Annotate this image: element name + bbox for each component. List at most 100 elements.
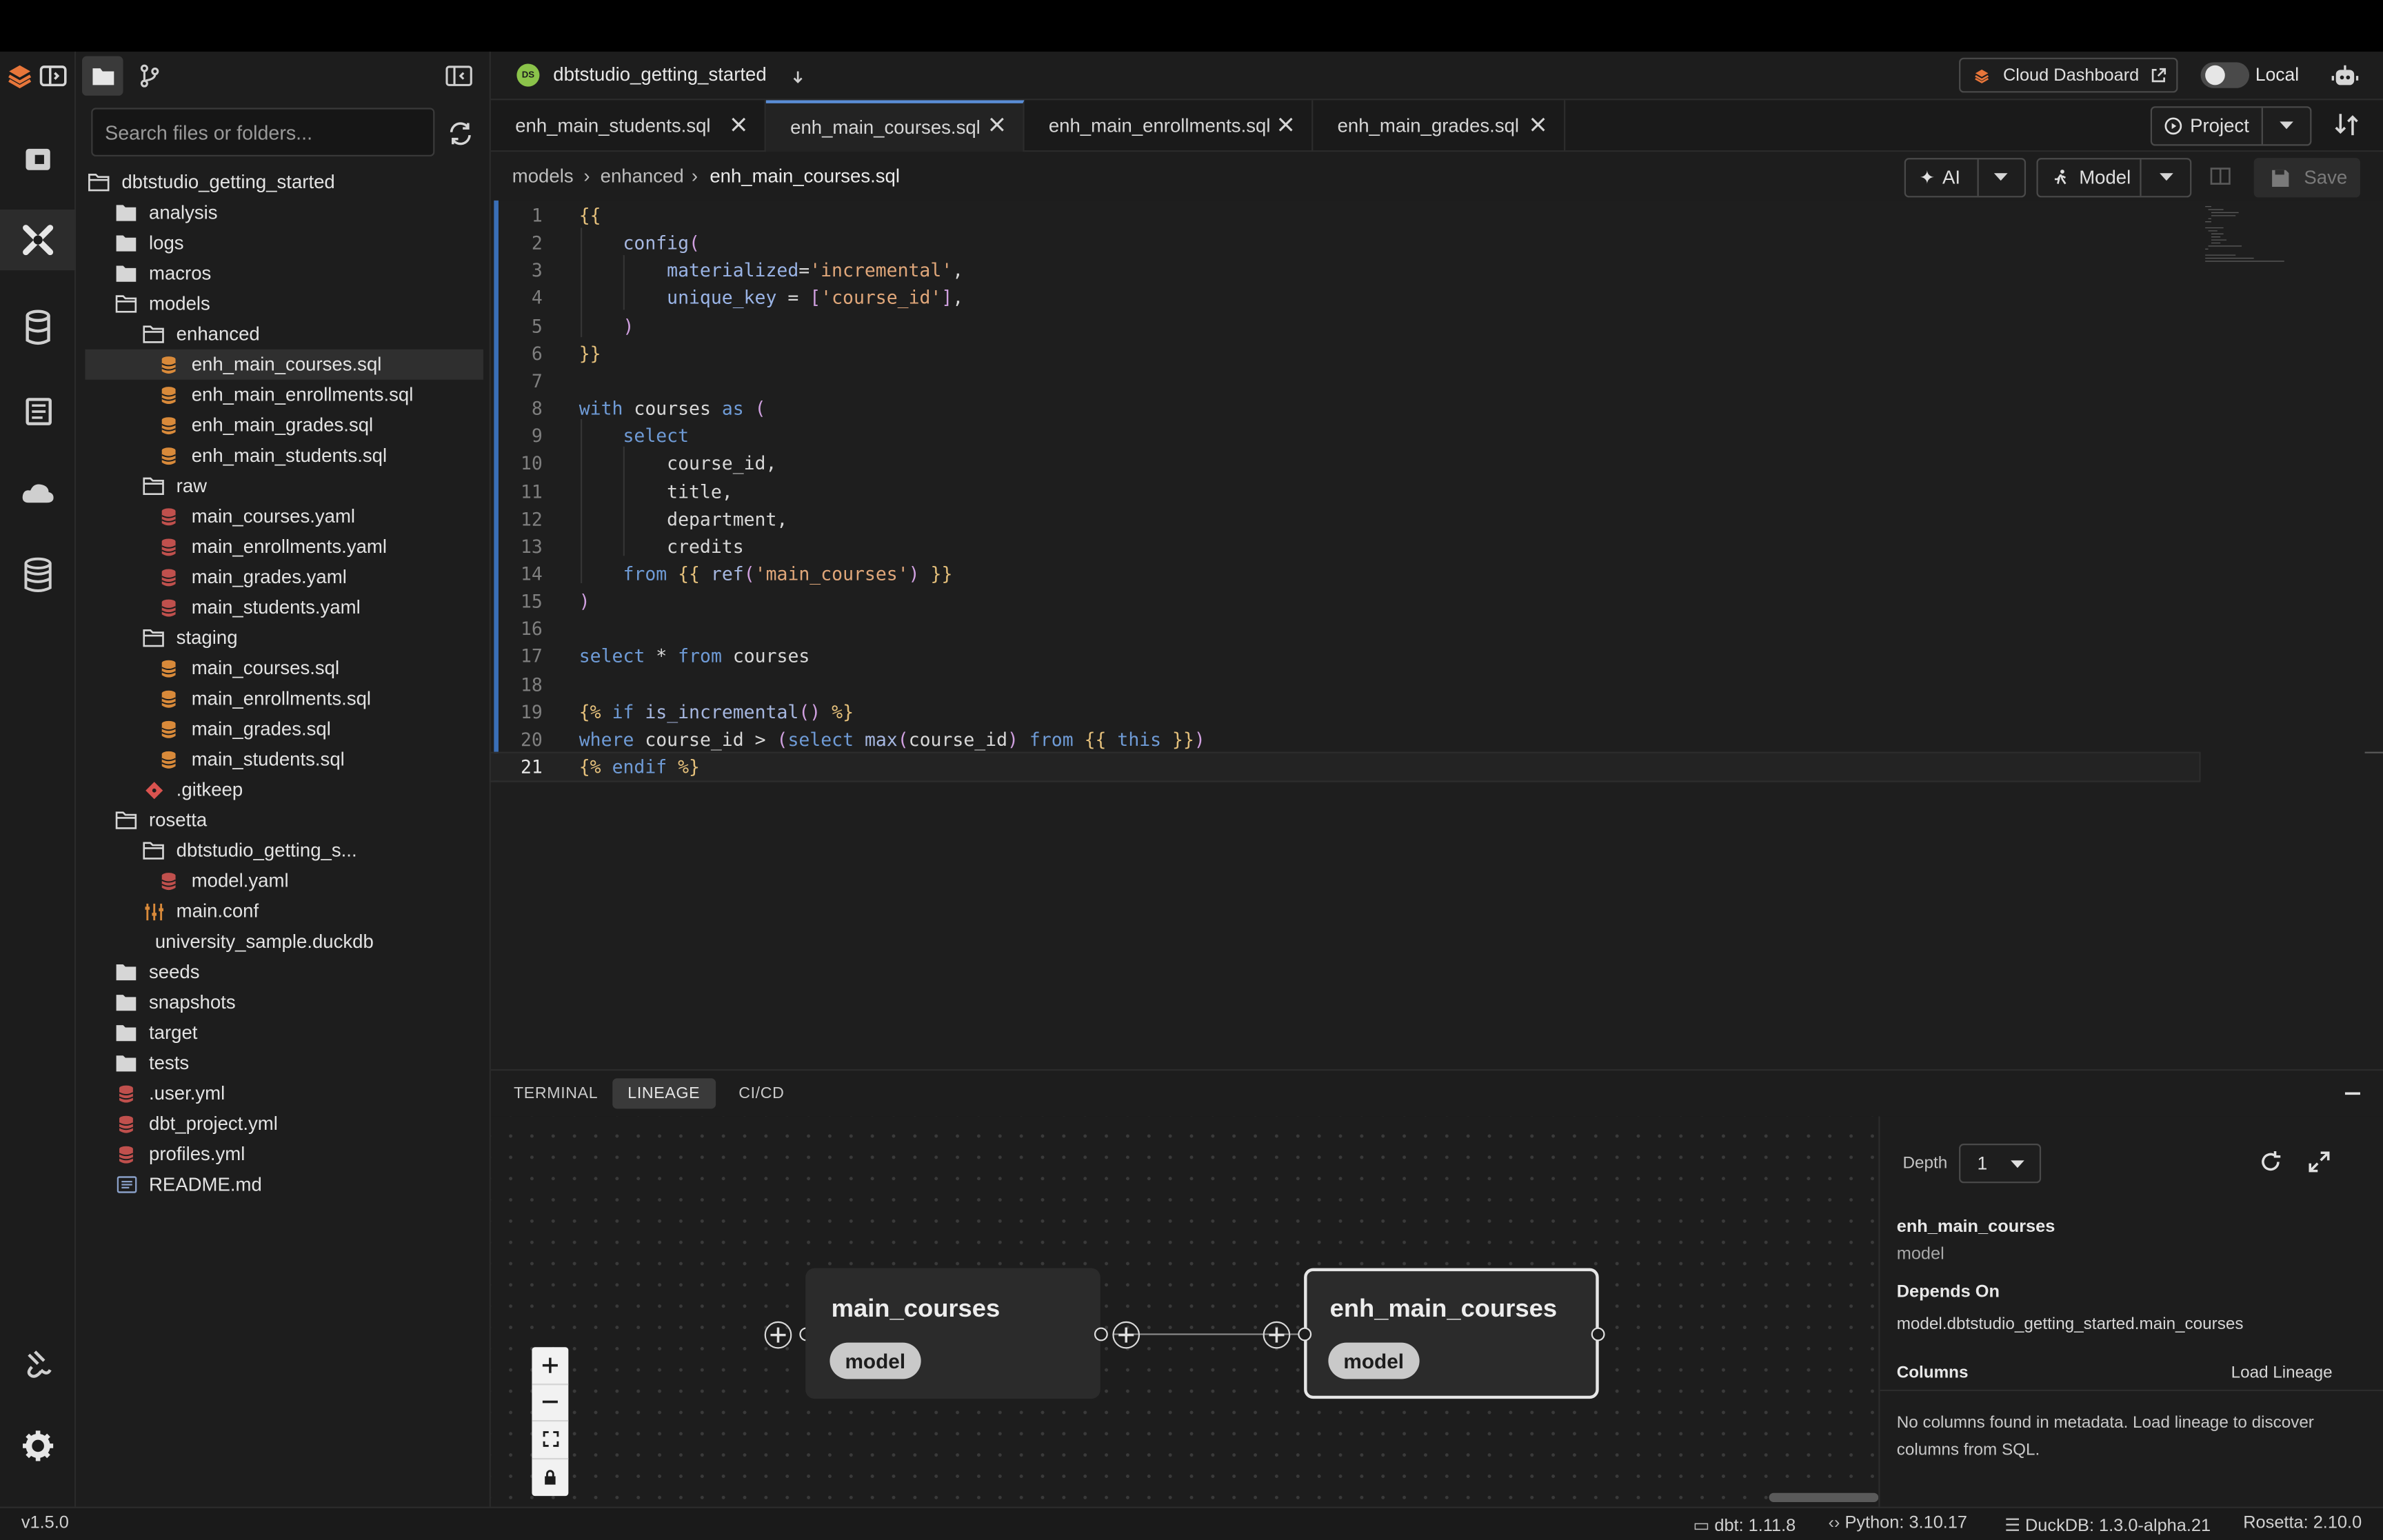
activity-connections[interactable] (0, 1333, 76, 1394)
minimize-icon[interactable] (2342, 1082, 2364, 1103)
activity-settings[interactable] (0, 1415, 76, 1476)
robot-assistant-icon[interactable] (2330, 61, 2360, 91)
tree-item[interactable]: enh_main_enrollments.sql (76, 380, 491, 410)
load-lineage-link[interactable]: Load Lineage (2231, 1364, 2333, 1381)
breadcrumb-enhanced[interactable]: enhanced (601, 165, 684, 187)
activity-database[interactable] (0, 298, 76, 358)
duckdb-version-status[interactable]: ☰ DuckDB: 1.3.0-alpha.21 (2004, 1514, 2211, 1535)
tree-item[interactable]: tests (76, 1048, 491, 1078)
dbt-version-status[interactable]: ▭ dbt: 1.11.8 (1693, 1514, 1796, 1535)
tree-item[interactable]: snapshots (76, 987, 491, 1017)
reload-icon[interactable] (2258, 1150, 2282, 1174)
dbt-logo-icon (23, 225, 54, 256)
lock-icon[interactable] (532, 1459, 568, 1496)
tree-item[interactable]: main_courses.sql (76, 653, 491, 683)
tree-item[interactable]: rosetta (76, 805, 491, 835)
activity-dbt[interactable] (0, 210, 77, 271)
save-button[interactable]: Save (2253, 158, 2360, 198)
breadcrumb-models[interactable]: models (512, 165, 574, 187)
tree-item[interactable]: dbtstudio_getting_s... (76, 835, 491, 866)
search-input[interactable] (91, 108, 435, 156)
tree-item[interactable]: main_grades.sql (76, 714, 491, 744)
lineage-node-enh-main-courses[interactable]: enh_main_courses model (1304, 1268, 1599, 1399)
lineage-node-main-courses[interactable]: main_courses model (805, 1268, 1100, 1399)
expand-downstream-icon[interactable] (1112, 1321, 1140, 1349)
tab-enh-main-courses-sql[interactable]: enh_main_courses.sql (765, 100, 1025, 152)
project-name[interactable]: dbtstudio_getting_started (553, 64, 766, 85)
tree-item[interactable]: README.md (76, 1169, 491, 1199)
chevron-down-icon[interactable] (2160, 173, 2173, 182)
project-run-button[interactable]: Project (2150, 106, 2312, 146)
tree-item[interactable]: enh_main_courses.sql (85, 349, 483, 380)
git-branch-icon[interactable] (134, 61, 164, 91)
panel-tab-terminal[interactable]: TERMINAL (499, 1078, 613, 1108)
activity-explorer-alt[interactable] (0, 130, 76, 191)
activity-docs[interactable] (0, 381, 76, 442)
fit-view-icon[interactable] (532, 1421, 569, 1459)
tree-item[interactable]: logs (76, 227, 491, 258)
tree-item[interactable]: raw (76, 471, 491, 501)
code-editor[interactable]: 1{{2 config(3 materialized='incremental'… (489, 200, 2383, 1070)
tree-item[interactable]: target (76, 1017, 491, 1048)
sparkle-icon: ✦ (1919, 167, 1935, 189)
project-dropdown-icon[interactable] (790, 67, 805, 85)
node-output-handle[interactable] (1591, 1327, 1605, 1341)
tree-item[interactable]: main.conf (76, 896, 491, 926)
lineage-canvas[interactable]: main_courses model enh_main_courses mode… (490, 1116, 1879, 1508)
zoom-in-icon[interactable] (532, 1347, 569, 1385)
tree-item[interactable]: models (76, 289, 491, 319)
chevron-down-icon[interactable] (2280, 121, 2293, 130)
tab-enh-main-enrollments-sql[interactable]: enh_main_enrollments.sql (1025, 100, 1314, 152)
tree-item[interactable]: main_courses.yaml (76, 501, 491, 531)
chevron-down-icon[interactable] (1993, 173, 2008, 182)
tree-item[interactable]: .gitkeep (76, 775, 491, 805)
tab-enh-main-students-sql[interactable]: enh_main_students.sql (491, 100, 766, 152)
expand-icon[interactable] (2307, 1150, 2331, 1174)
tree-item[interactable]: main_enrollments.yaml (76, 531, 491, 562)
close-icon[interactable] (728, 114, 750, 135)
node-input-handle[interactable] (1298, 1327, 1312, 1341)
tree-item[interactable]: university_sample.duckdb (76, 926, 491, 957)
close-icon[interactable] (1527, 114, 1549, 135)
model-run-button[interactable]: Model (2036, 158, 2192, 198)
collapse-panel-icon[interactable] (444, 61, 474, 91)
tree-item[interactable]: model.yaml (76, 866, 491, 896)
tree-item[interactable]: main_students.yaml (76, 592, 491, 622)
zoom-out-icon[interactable] (532, 1384, 569, 1422)
node-output-handle[interactable] (1094, 1327, 1108, 1341)
tree-item[interactable]: macros (76, 259, 491, 289)
tree-item[interactable]: analysis (76, 197, 491, 227)
expand-upstream-icon[interactable] (764, 1321, 792, 1349)
activity-data[interactable] (0, 545, 76, 606)
tree-item[interactable]: profiles.yml (76, 1139, 491, 1169)
activity-cloud[interactable] (0, 463, 76, 524)
tree-item[interactable]: enhanced (76, 319, 491, 349)
tree-item[interactable]: main_students.sql (76, 744, 491, 775)
tree-item[interactable]: .user.yml (76, 1078, 491, 1108)
explorer-files-tab[interactable] (82, 56, 123, 96)
depth-select[interactable]: 1 (1959, 1144, 2042, 1184)
expand-upstream-icon[interactable] (1263, 1321, 1291, 1349)
cloud-dashboard-button[interactable]: Cloud Dashboard (1959, 57, 2178, 93)
panel-tab-cicd[interactable]: CI/CD (723, 1078, 799, 1108)
close-icon[interactable] (986, 114, 1007, 135)
tree-item[interactable]: staging (76, 622, 491, 653)
ai-button[interactable]: ✦ AI (1904, 158, 2027, 198)
tree-item[interactable]: dbtstudio_getting_started (76, 167, 491, 197)
tree-item[interactable]: seeds (76, 957, 491, 987)
panel-tab-lineage[interactable]: LINEAGE (612, 1078, 716, 1109)
tree-item[interactable]: main_grades.yaml (76, 562, 491, 592)
tree-item[interactable]: dbt_project.yml (76, 1108, 491, 1139)
close-icon[interactable] (1275, 114, 1296, 135)
horizontal-scrollbar[interactable] (1769, 1492, 1879, 1502)
tab-enh-main-grades-sql[interactable]: enh_main_grades.sql (1313, 100, 1566, 152)
tree-item[interactable]: main_enrollments.sql (76, 683, 491, 713)
tree-item[interactable]: enh_main_grades.sql (76, 410, 491, 440)
compare-icon[interactable] (2333, 111, 2363, 141)
python-version-status[interactable]: ‹› Python: 3.10.17 (1829, 1514, 1968, 1532)
tree-item[interactable]: enh_main_students.sql (76, 440, 491, 471)
local-toggle[interactable] (2200, 62, 2250, 88)
sidebar-toggle-icon[interactable] (38, 61, 68, 91)
split-view-icon[interactable] (2210, 165, 2234, 187)
refresh-icon[interactable] (445, 119, 476, 149)
